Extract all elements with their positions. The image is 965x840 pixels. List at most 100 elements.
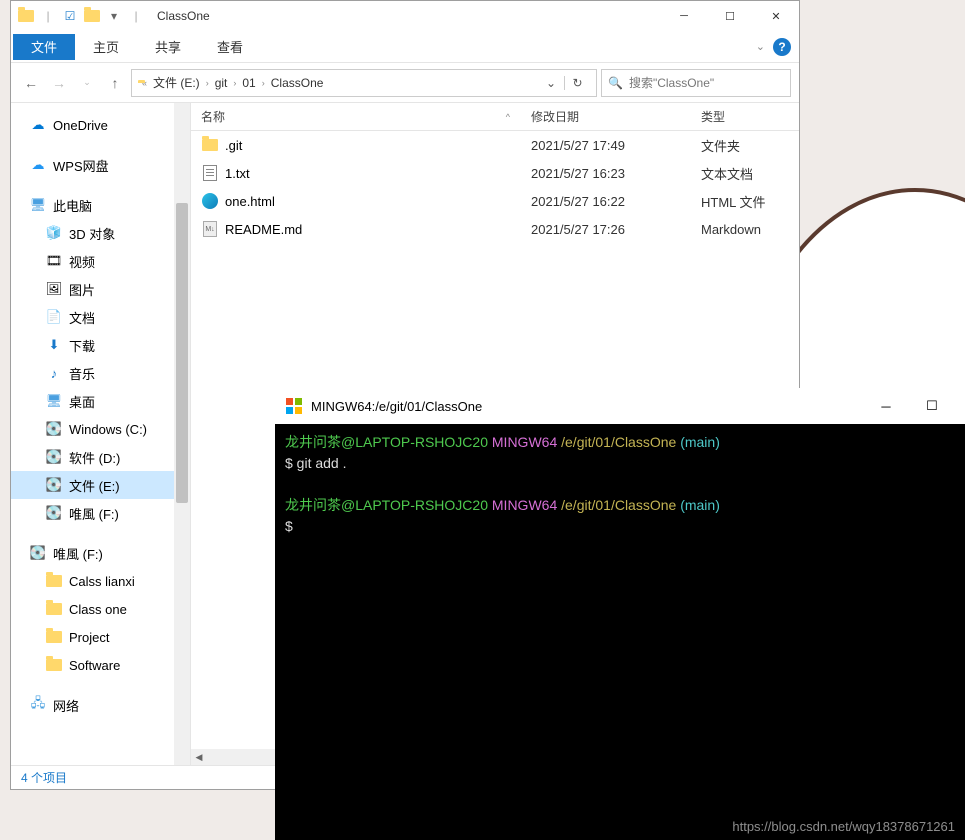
refresh-button[interactable]: ↻ xyxy=(564,76,590,90)
scroll-left-icon[interactable]: ◀ xyxy=(191,752,207,763)
tree-music[interactable]: ♪音乐 xyxy=(11,359,190,387)
nav-forward-button[interactable]: → xyxy=(47,71,71,95)
tree-desktop[interactable]: 🖥桌面 xyxy=(11,387,190,415)
tree-3dobjects[interactable]: 🧊3D 对象 xyxy=(11,219,190,247)
tree-pictures[interactable]: 🖼图片 xyxy=(11,275,190,303)
tree-drive-d[interactable]: 💽软件 (D:) xyxy=(11,443,190,471)
scrollbar-thumb[interactable] xyxy=(176,203,188,503)
folder-icon xyxy=(45,656,63,674)
col-date[interactable]: 修改日期 xyxy=(521,103,691,130)
tree-folder-classone[interactable]: Class one xyxy=(11,595,190,623)
tree-drive-f[interactable]: 💽唯風 (F:) xyxy=(11,499,190,527)
file-row[interactable]: one.html2021/5/27 16:22HTML 文件 xyxy=(191,187,799,215)
terminal-line: 龙井问茶@LAPTOP-RSHOJC20 MINGW64 /e/git/01/C… xyxy=(285,432,955,453)
tree-folder-calss[interactable]: Calss lianxi xyxy=(11,567,190,595)
qat-dropdown-icon[interactable]: ▾ xyxy=(105,7,123,25)
tree-thispc[interactable]: 🖥此电脑 xyxy=(11,191,190,219)
search-input[interactable]: 🔍 搜索"ClassOne" xyxy=(601,69,791,97)
file-row[interactable]: 1.txt 2021/5/27 16:23文本文档 xyxy=(191,159,799,187)
close-button[interactable]: ✕ xyxy=(753,1,799,31)
address-dropdown-button[interactable]: ⌄ xyxy=(538,76,564,90)
help-icon[interactable]: ? xyxy=(773,38,791,56)
file-date: 2021/5/27 16:22 xyxy=(521,194,691,209)
terminal-line: 龙井问茶@LAPTOP-RSHOJC20 MINGW64 /e/git/01/C… xyxy=(285,495,955,516)
term-maximize-button[interactable]: ☐ xyxy=(909,388,955,424)
chevron-right-icon[interactable]: › xyxy=(206,78,209,88)
folder-icon xyxy=(45,628,63,646)
music-icon: ♪ xyxy=(45,364,63,382)
video-icon: 🎞 xyxy=(45,252,63,270)
chevron-right-icon[interactable]: › xyxy=(233,78,236,88)
explorer-titlebar[interactable]: | ☑ ▾ | ClassOne ─ ☐ ✕ xyxy=(11,1,799,31)
tree-drive-f2[interactable]: 💽唯風 (F:) xyxy=(11,539,190,567)
cloud-icon: ☁ xyxy=(29,156,47,174)
file-name: 1.txt xyxy=(225,166,250,181)
nav-back-button[interactable]: ← xyxy=(19,71,43,95)
drive-icon: 💽 xyxy=(45,476,63,494)
tree-onedrive[interactable]: ☁OneDrive xyxy=(11,111,190,139)
terminal-line xyxy=(285,474,955,495)
tree-folder-software[interactable]: Software xyxy=(11,651,190,679)
ribbon-file-tab[interactable]: 文件 xyxy=(13,34,75,60)
terminal-titlebar[interactable]: MINGW64:/e/git/01/ClassOne ─ ☐ xyxy=(275,388,965,424)
qat-checkbox-icon[interactable]: ☑ xyxy=(61,7,79,25)
tree-drive-e[interactable]: 💽文件 (E:) xyxy=(11,471,190,499)
item-count: 4 个项目 xyxy=(21,769,67,786)
qat-divider: | xyxy=(127,7,145,25)
terminal-line: $ xyxy=(285,516,955,537)
sort-indicator-icon: ^ xyxy=(506,112,510,122)
column-headers: 名称^ 修改日期 类型 xyxy=(191,103,799,131)
nav-recent-dropdown[interactable]: ⌄ xyxy=(75,71,99,95)
file-type: 文件夹 xyxy=(691,136,799,155)
tree-scrollbar[interactable] xyxy=(174,103,190,765)
breadcrumb-seg[interactable]: 01 xyxy=(240,76,257,90)
file-type: Markdown xyxy=(691,222,799,237)
breadcrumb-seg[interactable]: ClassOne xyxy=(269,76,326,90)
drive-icon: 💽 xyxy=(45,448,63,466)
col-type[interactable]: 类型 xyxy=(691,103,799,130)
minimize-button[interactable]: ─ xyxy=(661,1,707,31)
desktop-icon: 🖥 xyxy=(45,392,63,410)
file-icon xyxy=(201,192,219,210)
tree-downloads[interactable]: ⬇下载 xyxy=(11,331,190,359)
ribbon-share-tab[interactable]: 共享 xyxy=(137,31,199,63)
folder-icon xyxy=(45,600,63,618)
tree-network[interactable]: 🖧网络 xyxy=(11,691,190,719)
col-name[interactable]: 名称^ xyxy=(191,103,521,130)
file-date: 2021/5/27 16:23 xyxy=(521,166,691,181)
file-row[interactable]: M↓README.md2021/5/27 17:26Markdown xyxy=(191,215,799,243)
ribbon-expand-icon[interactable]: ⌄ xyxy=(756,40,765,53)
tree-videos[interactable]: 🎞视频 xyxy=(11,247,190,275)
nav-tree[interactable]: ☁OneDrive ☁WPS网盘 🖥此电脑 🧊3D 对象 🎞视频 🖼图片 📄文档… xyxy=(11,103,191,765)
ribbon-view-tab[interactable]: 查看 xyxy=(199,31,261,63)
breadcrumb-seg[interactable]: git xyxy=(213,76,230,90)
qat-folder-icon[interactable] xyxy=(83,7,101,25)
nav-toolbar: ← → ⌄ ↑ « 文件 (E:) › git › 01 › ClassOne … xyxy=(11,63,799,103)
chevron-right-icon[interactable]: › xyxy=(262,78,265,88)
tree-drive-c[interactable]: 💽Windows (C:) xyxy=(11,415,190,443)
address-bar[interactable]: « 文件 (E:) › git › 01 › ClassOne ⌄ ↻ xyxy=(131,69,597,97)
maximize-button[interactable]: ☐ xyxy=(707,1,753,31)
qat-divider: | xyxy=(39,7,57,25)
nav-up-button[interactable]: ↑ xyxy=(103,71,127,95)
terminal-body[interactable]: 龙井问茶@LAPTOP-RSHOJC20 MINGW64 /e/git/01/C… xyxy=(275,424,965,840)
download-icon: ⬇ xyxy=(45,336,63,354)
terminal-line: $ git add . xyxy=(285,453,955,474)
window-title: ClassOne xyxy=(157,9,210,23)
file-row[interactable]: .git2021/5/27 17:49文件夹 xyxy=(191,131,799,159)
tree-folder-project[interactable]: Project xyxy=(11,623,190,651)
terminal-title: MINGW64:/e/git/01/ClassOne xyxy=(311,399,482,414)
tree-wps[interactable]: ☁WPS网盘 xyxy=(11,151,190,179)
breadcrumb-seg[interactable]: 文件 (E:) xyxy=(151,74,202,91)
ribbon-home-tab[interactable]: 主页 xyxy=(75,31,137,63)
search-placeholder: 搜索"ClassOne" xyxy=(629,74,714,91)
file-type: 文本文档 xyxy=(691,164,799,183)
file-icon xyxy=(201,164,219,182)
term-minimize-button[interactable]: ─ xyxy=(863,388,909,424)
pc-icon: 🖥 xyxy=(29,196,47,214)
tree-documents[interactable]: 📄文档 xyxy=(11,303,190,331)
cloud-icon: ☁ xyxy=(29,116,47,134)
mingw-icon xyxy=(285,397,303,415)
drive-icon: 💽 xyxy=(45,420,63,438)
ribbon: 文件 主页 共享 查看 ⌄ ? xyxy=(11,31,799,63)
